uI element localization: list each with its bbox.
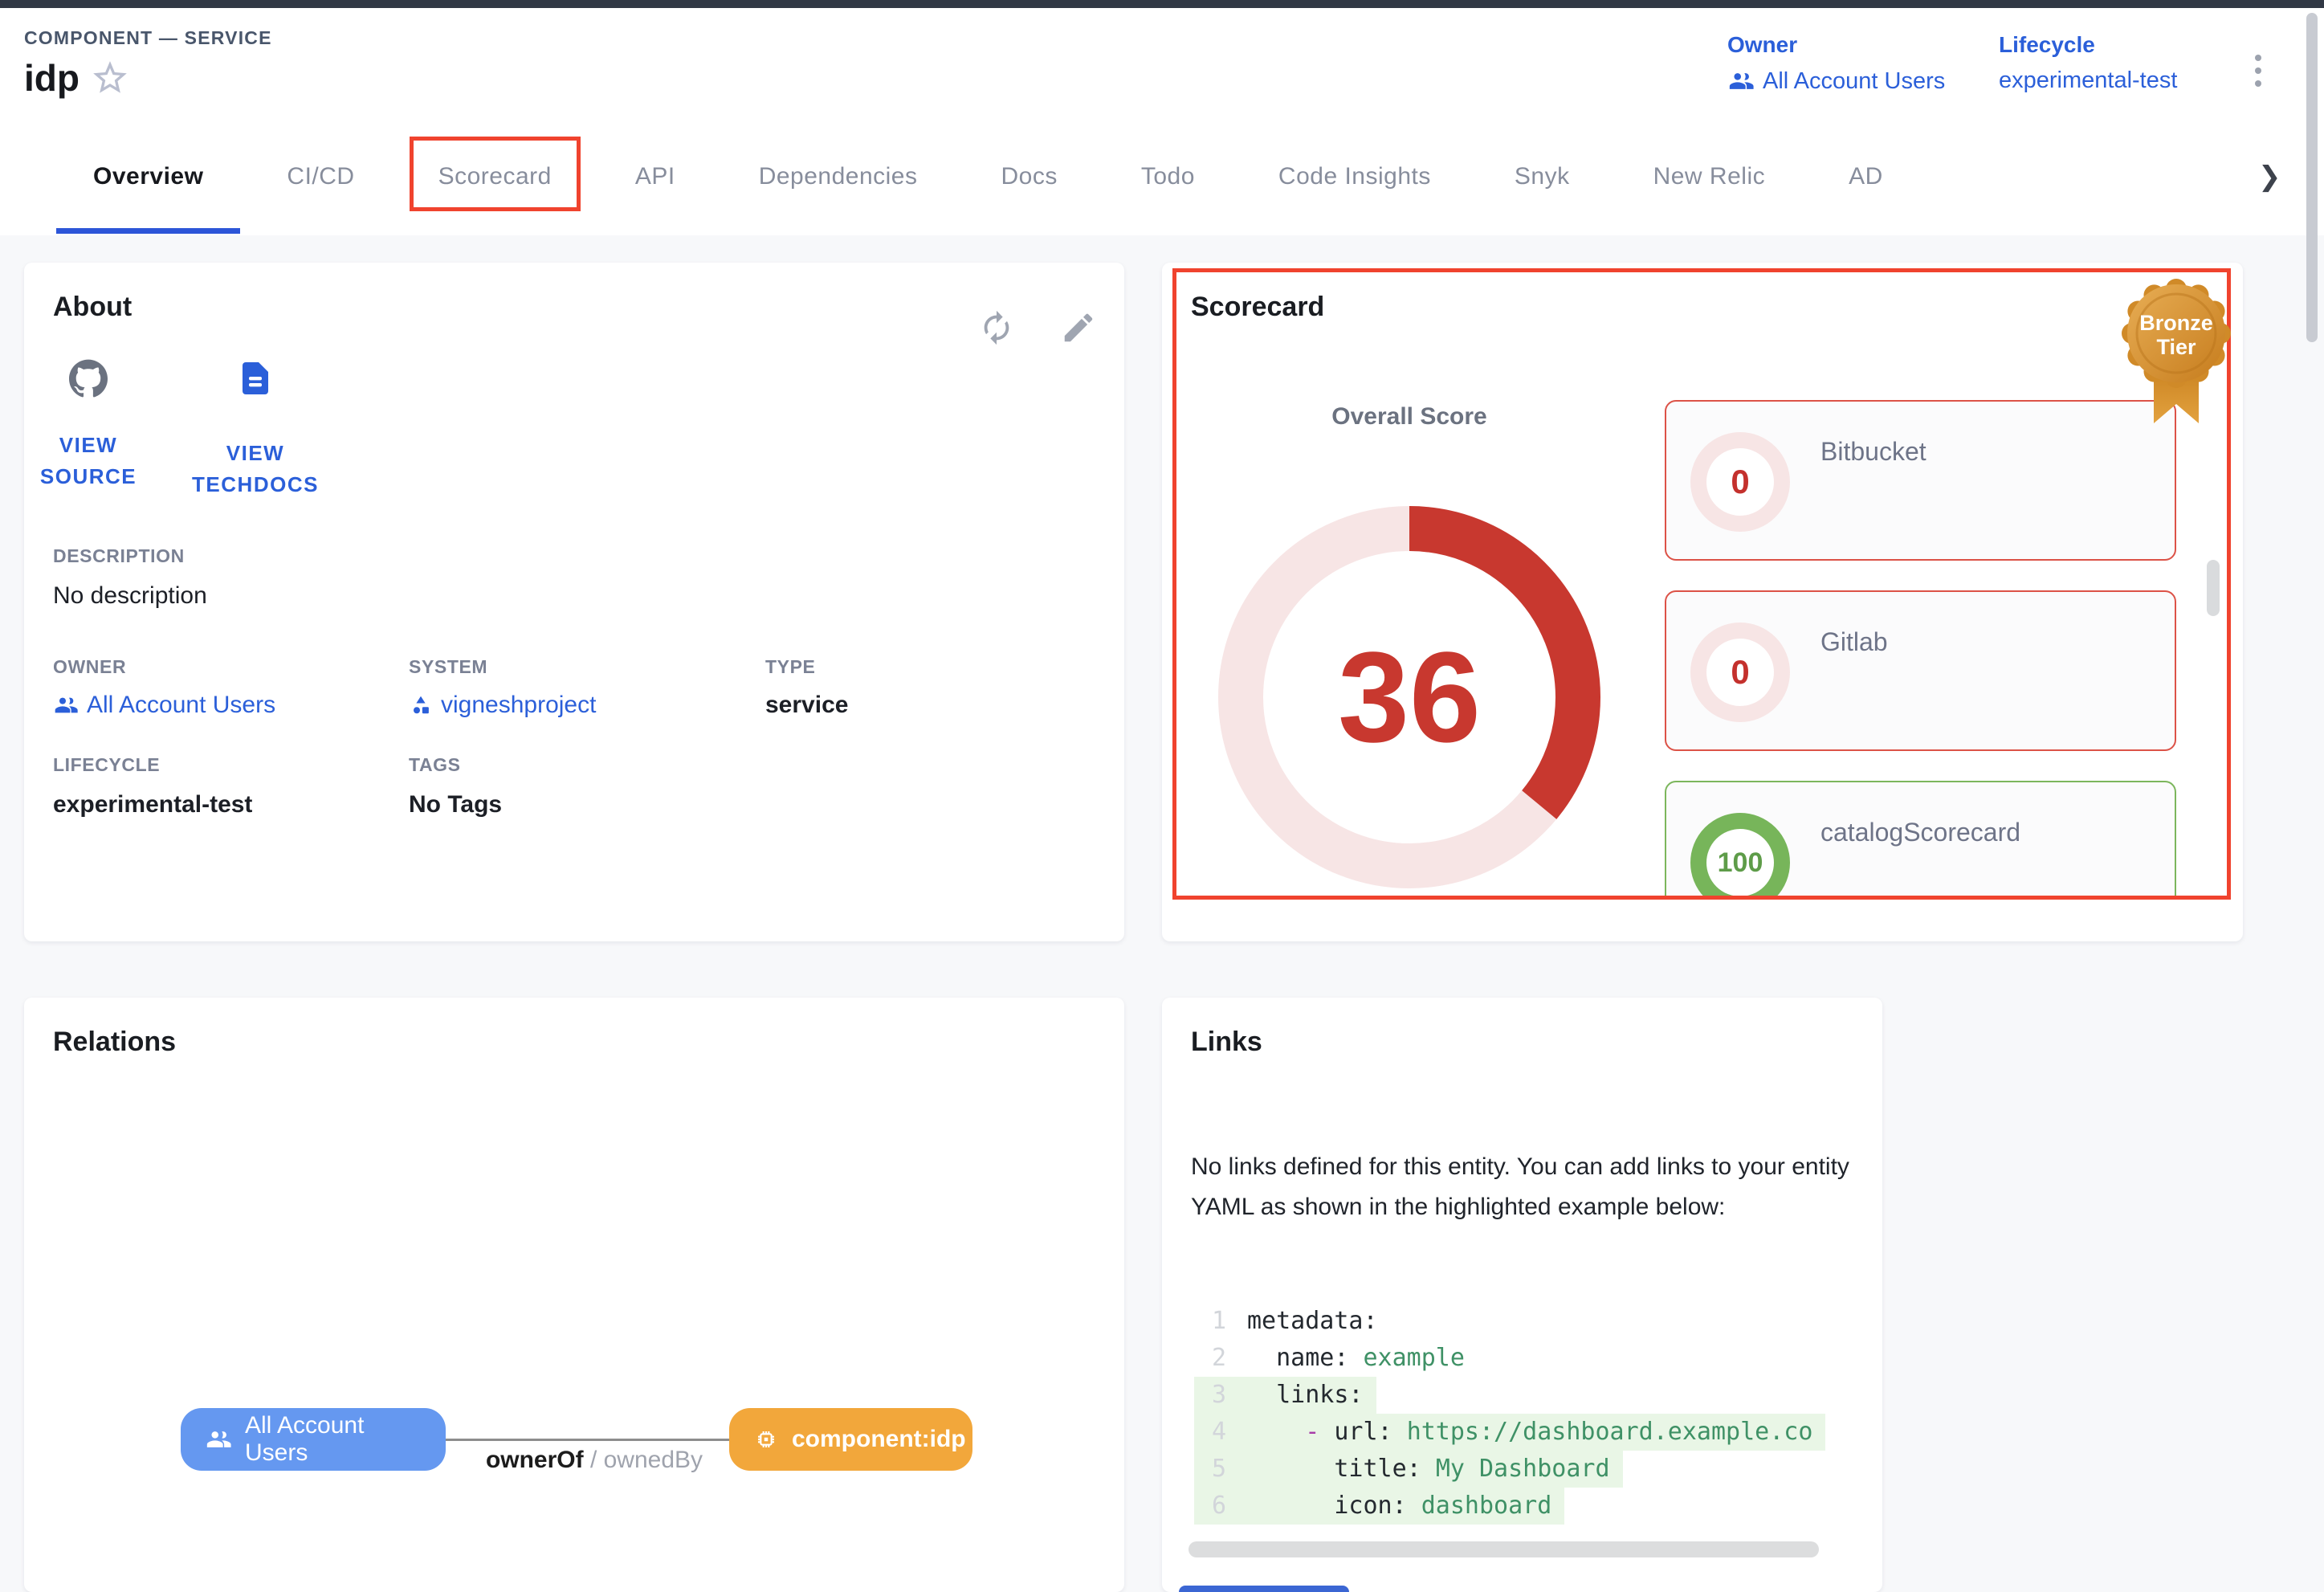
scorecard-items-list: 0 Bitbucket 0 Gitlab 100 catalogScorecard: [1665, 400, 2176, 900]
code-line-6: 6 icon: dashboard: [1194, 1488, 1564, 1525]
view-source-label: VIEW SOURCE: [32, 430, 145, 492]
breadcrumb: COMPONENT — SERVICE: [24, 27, 272, 49]
description-label: DESCRIPTION: [53, 545, 185, 567]
tab-overview[interactable]: Overview: [51, 117, 245, 235]
owner-field-label: OWNER: [53, 656, 126, 678]
lifecycle-field-value: experimental-test: [53, 791, 252, 818]
about-card: About VIEW SOURCE VIEW TECHDOCS DESCRIPT…: [24, 263, 1124, 941]
overall-score-label: Overall Score: [1209, 403, 1610, 431]
overall-score-value: 36: [1209, 496, 1610, 898]
owner-link[interactable]: All Account Users: [1727, 67, 1945, 95]
entity-header: COMPONENT — SERVICE idp Owner All Accoun…: [0, 8, 2324, 117]
scorecard-item-name: Gitlab: [1820, 627, 1888, 657]
entity-tabs-bar: OverviewCI/CDScorecardAPIDependenciesDoc…: [0, 117, 2324, 235]
scorecard-item-name: catalogScorecard: [1820, 818, 2020, 847]
tabs-overflow-chevron-icon[interactable]: ❯: [2258, 117, 2281, 235]
edge-secondary: ownedBy: [604, 1447, 703, 1473]
tab-todo[interactable]: Todo: [1099, 117, 1237, 235]
edge-primary: ownerOf: [486, 1447, 584, 1473]
code-line-4: 4 - url: https://dashboard.example.co: [1194, 1414, 1825, 1451]
code-line-3: 3 links:: [1194, 1377, 1376, 1414]
relations-card: Relations ownerOf / ownedBy All Account …: [24, 998, 1124, 1592]
view-techdocs-label: VIEW TECHDOCS: [179, 438, 332, 500]
type-field-value: service: [765, 692, 848, 719]
tags-field-label: TAGS: [409, 754, 461, 776]
scorecard-item-bitbucket[interactable]: 0 Bitbucket: [1665, 400, 2176, 561]
owner-value: All Account Users: [1763, 68, 1945, 95]
lifecycle-label: Lifecycle: [1999, 32, 2177, 58]
system-icon: [409, 693, 433, 717]
code-horizontal-scrollbar[interactable]: [1189, 1541, 1819, 1557]
lifecycle-meta: Lifecycle experimental-test: [1999, 32, 2177, 94]
page-scrollbar-thumb[interactable]: [2306, 13, 2318, 342]
scorecard-title: Scorecard: [1191, 292, 1324, 323]
about-title: About: [53, 292, 132, 323]
lifecycle-value: experimental-test: [1999, 67, 2177, 94]
tags-field-value: No Tags: [409, 791, 502, 818]
code-line-1: 1metadata:: [1194, 1303, 1391, 1340]
edit-pencil-icon[interactable]: [1060, 309, 1097, 346]
relation-node-owner[interactable]: All Account Users: [181, 1408, 446, 1471]
tab-scorecard[interactable]: Scorecard: [397, 117, 593, 235]
tab-ad[interactable]: AD: [1807, 117, 1925, 235]
people-icon: [1727, 67, 1755, 95]
score-ring: 0: [1690, 623, 1790, 722]
page-title: idp: [24, 56, 80, 100]
tab-ci-cd[interactable]: CI/CD: [245, 117, 396, 235]
links-empty-message: No links defined for this entity. You ca…: [1191, 1147, 1867, 1227]
links-card: Links No links defined for this entity. …: [1162, 998, 1882, 1592]
view-techdocs-link[interactable]: VIEW TECHDOCS: [179, 359, 332, 500]
scorecard-scrollbar-thumb[interactable]: [2207, 560, 2220, 616]
people-icon: [205, 1426, 232, 1453]
content-area: About VIEW SOURCE VIEW TECHDOCS DESCRIPT…: [0, 235, 2324, 1592]
relations-title: Relations: [53, 1027, 176, 1058]
badge-line2: Tier: [2156, 335, 2196, 359]
tab-new-relic[interactable]: New Relic: [1612, 117, 1808, 235]
refresh-icon[interactable]: [978, 309, 1015, 346]
tab-api[interactable]: API: [593, 117, 717, 235]
component-page: { "header": { "breadcrumb": "COMPONENT —…: [0, 0, 2324, 1592]
tab-snyk[interactable]: Snyk: [1473, 117, 1612, 235]
people-icon: [53, 692, 79, 718]
top-navigation-bar: [0, 0, 2324, 8]
scorecard-card: Scorecard Overall Score 36 0 Bitbucket 0 Gi…: [1162, 263, 2243, 941]
scorecard-item-gitlab[interactable]: 0 Gitlab: [1665, 590, 2176, 751]
scorecard-content: Overall Score 36 0 Bitbucket 0 Gitlab 100 cat…: [1172, 268, 2231, 900]
relation-node-owner-label: All Account Users: [245, 1412, 422, 1467]
owner-meta: Owner All Account Users: [1727, 32, 1945, 95]
badge-line1: Bronze: [2139, 311, 2213, 335]
score-ring: 0: [1690, 432, 1790, 532]
relation-edge: [446, 1439, 729, 1441]
type-field-label: TYPE: [765, 656, 815, 678]
owner-field-link[interactable]: All Account Users: [53, 692, 275, 719]
relation-node-component-label: component:idp: [792, 1426, 966, 1453]
scorecard-item-name: Bitbucket: [1820, 437, 1926, 467]
chip-icon: [753, 1427, 779, 1452]
view-source-link[interactable]: VIEW SOURCE: [32, 359, 145, 492]
bronze-tier-badge: Bronze Tier: [2116, 269, 2236, 434]
scorecard-item-catalogscorecard[interactable]: 100 catalogScorecard: [1665, 781, 2176, 900]
more-options-kebab-icon[interactable]: [2242, 47, 2274, 95]
tab-dependencies[interactable]: Dependencies: [717, 117, 960, 235]
description-value: No description: [53, 582, 207, 610]
tab-code-insights[interactable]: Code Insights: [1237, 117, 1473, 235]
tab-docs[interactable]: Docs: [960, 117, 1099, 235]
yaml-code-block: 1metadata:2 name: example3 links:4 - url…: [1194, 1303, 1882, 1525]
score-ring: 100: [1690, 813, 1790, 900]
tabs-list: OverviewCI/CDScorecardAPIDependenciesDoc…: [51, 117, 1925, 235]
system-field-link[interactable]: vigneshproject: [409, 692, 596, 719]
github-icon: [32, 359, 145, 398]
cutoff-primary-button[interactable]: [1179, 1586, 1349, 1592]
code-line-5: 5 title: My Dashboard: [1194, 1451, 1623, 1488]
lifecycle-field-label: LIFECYCLE: [53, 754, 160, 776]
system-field-label: SYSTEM: [409, 656, 487, 678]
code-line-2: 2 name: example: [1194, 1340, 1478, 1377]
owner-label: Owner: [1727, 32, 1945, 58]
overall-score-donut: 36: [1209, 496, 1610, 898]
relation-node-component[interactable]: component:idp: [729, 1408, 972, 1471]
favorite-star-icon[interactable]: [90, 58, 130, 98]
links-title: Links: [1191, 1027, 1262, 1058]
techdocs-icon: [179, 359, 332, 398]
